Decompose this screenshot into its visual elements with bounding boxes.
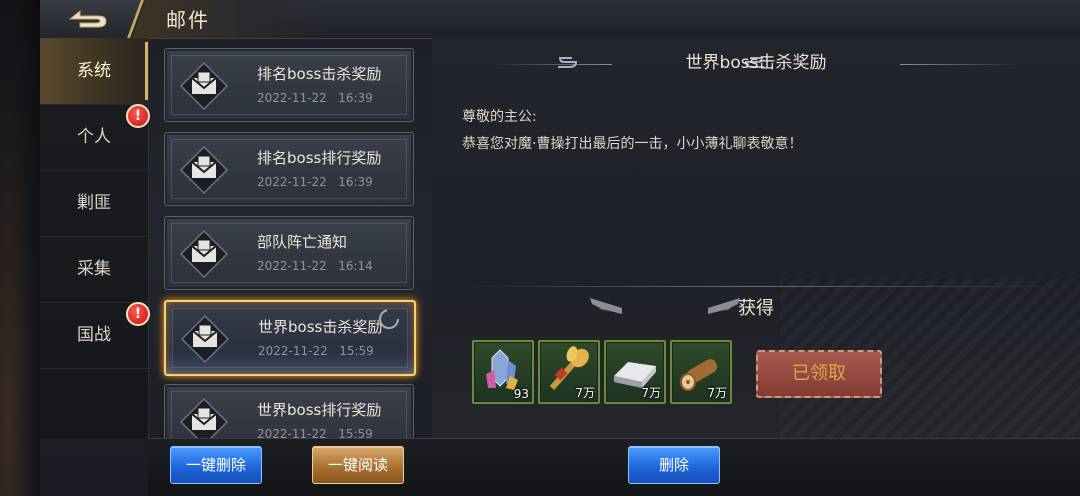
claimed-button: 已领取 [756,350,882,398]
tab-label: 采集 [77,259,111,279]
mail-envelope-icon [179,145,229,195]
mail-list[interactable]: 排名boss击杀奖励 2022-11-22 16:39 排名boss排行奖励 2… [148,38,432,438]
loading-ring-icon [379,309,399,329]
back-arrow-icon [68,9,107,28]
reward-item[interactable]: 7万 [538,340,600,404]
mail-timestamp: 2022-11-22 15:59 [257,427,373,438]
back-button[interactable] [40,0,140,38]
mail-item[interactable]: 部队阵亡通知 2022-11-22 16:14 [164,216,414,290]
tab-system[interactable]: 系统 [40,38,148,105]
mail-date: 2022-11-22 [257,427,327,438]
tab-gather[interactable]: 采集 [40,236,148,303]
category-tabs: 系统 个人 剿匪 采集 国战 ! ! [40,38,150,438]
mail-detail-title: 世界boss击杀奖励 [685,53,827,73]
mail-item[interactable]: 排名boss击杀奖励 2022-11-22 16:39 [164,48,414,122]
tab-label: 剿匪 [77,193,111,213]
mail-envelope-icon [179,61,229,111]
mail-message: 恭喜您对魔·曹操打出最后的一击，小小薄礼聊表敬意！ [462,136,803,152]
mail-title: 部队阵亡通知 [257,233,348,251]
delete-all-button[interactable]: 一键删除 [170,446,262,484]
mail-timestamp: 2022-11-22 16:39 [257,91,373,105]
mail-item[interactable]: 排名boss排行奖励 2022-11-22 16:39 [164,132,414,206]
mail-greeting: 尊敬的主公: [462,109,537,125]
mail-date: 2022-11-22 [258,344,328,358]
mail-time: 15:59 [339,344,374,358]
tab-label: 国战 [77,325,111,345]
mail-item-selected[interactable]: 世界boss击杀奖励 2022-11-22 15:59 [164,300,416,376]
delete-button[interactable]: 删除 [628,446,720,484]
rewards-header: 获得 [738,298,774,319]
page-title: 邮件 [166,8,210,32]
mail-title: 世界boss排行奖励 [257,401,382,419]
mail-time: 15:59 [338,427,373,438]
mail-title: 排名boss排行奖励 [257,149,382,167]
action-bar: 一键删除 一键阅读 删除 [148,438,1080,496]
alert-badge-icon: ! [126,302,150,326]
reward-count: 7万 [641,386,661,400]
mail-date: 2022-11-22 [257,91,327,105]
reward-item[interactable]: 93 [472,340,534,404]
mail-envelope-icon [179,229,229,279]
title-panel [132,0,332,38]
mail-time: 16:39 [338,175,373,189]
mail-title: 世界boss击杀奖励 [258,318,383,336]
tab-label: 个人 [77,127,111,147]
mail-title: 排名boss击杀奖励 [257,65,382,83]
mail-detail-panel: 世界boss击杀奖励 尊敬的主公: 恭喜您对魔·曹操打出最后的一击，小小薄礼聊表… [432,38,1080,438]
mail-screen: 邮件 系统 个人 剿匪 采集 国战 ! ! 排名boss击杀奖励 2022-11… [0,0,1080,496]
tab-bandit[interactable]: 剿匪 [40,170,148,237]
mail-envelope-icon [180,314,230,364]
reward-item[interactable]: 7万 [604,340,666,404]
mail-timestamp: 2022-11-22 16:39 [257,175,373,189]
mail-item[interactable]: 世界boss排行奖励 2022-11-22 15:59 [164,384,414,438]
mail-envelope-icon [179,397,229,438]
reward-count: 93 [513,387,529,401]
alert-badge-icon: ! [126,104,150,128]
reward-count: 7万 [575,386,595,400]
mail-date: 2022-11-22 [257,175,327,189]
rewards-divider [452,286,1060,287]
background-edge [0,0,40,496]
tab-label: 系统 [77,61,111,81]
mail-time: 16:39 [338,91,373,105]
mail-time: 16:14 [338,259,373,273]
mail-date: 2022-11-22 [257,259,327,273]
mail-timestamp: 2022-11-22 16:14 [257,259,373,273]
read-all-button[interactable]: 一键阅读 [312,446,404,484]
reward-item[interactable]: 7万 [670,340,732,404]
reward-count: 7万 [707,386,727,400]
mail-timestamp: 2022-11-22 15:59 [258,344,374,358]
